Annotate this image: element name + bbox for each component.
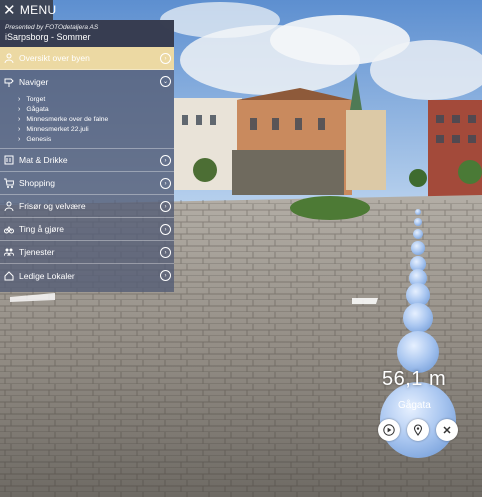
person-icon [4, 201, 14, 211]
nav-item-frisor[interactable]: Frisør og velvære › [0, 195, 174, 218]
nav-item-mat-drikke[interactable]: Mat & Drikke › [0, 149, 174, 172]
person-icon [4, 53, 14, 63]
locate-button[interactable] [407, 419, 429, 441]
chevron-right-circle-icon[interactable]: › [160, 201, 171, 212]
nav-item-ledige-lokaler[interactable]: Ledige Lokaler › [0, 264, 174, 287]
nav-item-label: Ting å gjøre [19, 224, 65, 234]
play-button[interactable] [378, 419, 400, 441]
chevron-right-circle-icon[interactable]: › [160, 247, 171, 258]
nav-item-label: Mat & Drikke [19, 155, 68, 165]
distance-readout: 56,1 m [382, 368, 447, 390]
submenu-item-genesis[interactable]: › Genesis [18, 135, 174, 145]
location-pin-icon [413, 424, 423, 436]
chevron-right-icon: › [18, 126, 21, 133]
chevron-right-circle-icon[interactable]: › [160, 155, 171, 166]
nav-item-label: Ledige Lokaler [19, 270, 75, 281]
menu-label: MENU [19, 3, 57, 17]
submenu-item-minnesmerket-22-juli[interactable]: › Minnesmerket 22.juli [18, 125, 174, 135]
play-icon [383, 424, 395, 436]
bike-icon [4, 224, 14, 234]
close-icon [443, 426, 451, 434]
chevron-right-circle-icon[interactable]: › [160, 178, 171, 189]
submenu-item-gagata[interactable]: › Gågata [18, 105, 174, 115]
nav-item-naviger[interactable]: Naviger ⌄ [0, 70, 174, 93]
chevron-right-icon: › [18, 106, 21, 113]
chevron-right-icon: › [18, 116, 21, 123]
tour-title: iSarpsborg - Sommer [5, 32, 91, 42]
nav-item-oversikt[interactable]: Oversikt over byen › [0, 47, 174, 70]
menu-toggle-button[interactable]: ✕ MENU [0, 0, 56, 20]
chevron-right-circle-icon[interactable]: › [160, 270, 171, 281]
presented-by-text: Presented by FOTOdetaljera AS [5, 24, 99, 31]
house-icon [4, 270, 14, 281]
nav-item-label: Naviger [19, 76, 49, 87]
chevron-right-circle-icon[interactable]: › [160, 224, 171, 235]
nav-item-label: Shopping [19, 178, 55, 188]
chevron-right-circle-icon[interactable]: › [160, 53, 171, 64]
chevron-right-icon: › [18, 96, 21, 103]
nav-item-label: Oversikt over byen [19, 53, 90, 63]
close-route-button[interactable] [436, 419, 458, 441]
nav-item-ting-a-gjore[interactable]: Ting å gjøre › [0, 218, 174, 241]
people-icon [4, 247, 14, 257]
close-icon: ✕ [3, 1, 16, 19]
route-target-label: Gågata [398, 400, 431, 411]
submenu-item-minnesmerke-falne[interactable]: › Minnesmerke over de falne [18, 115, 174, 125]
nav-item-tjenester[interactable]: Tjenester › [0, 241, 174, 264]
submenu-item-torget[interactable]: › Torget [18, 95, 174, 105]
nav-item-label: Tjenester [19, 247, 55, 257]
nav-item-label: Frisør og velvære [19, 201, 86, 211]
chevron-right-icon: › [18, 136, 21, 143]
chevron-down-circle-icon[interactable]: ⌄ [160, 76, 171, 87]
route-icon [4, 77, 14, 87]
panel-header: Presented by FOTOdetaljera AS iSarpsborg… [0, 20, 174, 47]
cart-icon [4, 178, 14, 188]
naviger-submenu: › Torget › Gågata › Minnesmerke over de fal… [0, 93, 174, 149]
food-icon [4, 155, 14, 165]
nav-item-shopping[interactable]: Shopping › [0, 172, 174, 195]
sidebar-panel: Presented by FOTOdetaljera AS iSarpsborg… [0, 20, 174, 292]
